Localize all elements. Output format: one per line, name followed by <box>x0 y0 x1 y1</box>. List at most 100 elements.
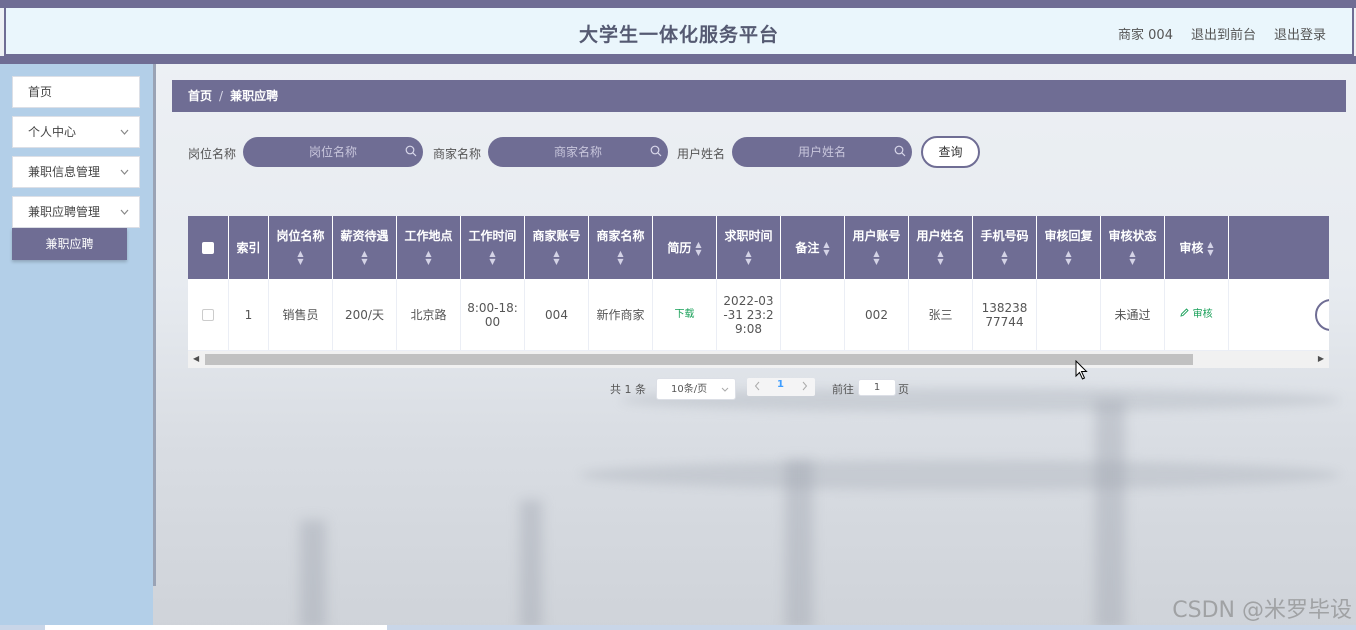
sort-icon: ▲ ▼ <box>297 249 304 266</box>
search-icon <box>405 145 417 157</box>
chevron-down-icon <box>721 379 729 410</box>
scrollbar-thumb[interactable] <box>205 354 1193 365</box>
sidebar-item-job-application-management[interactable]: 兼职应聘管理 <box>12 196 140 228</box>
applications-table: 索引 岗位名称 ▲ ▼ 薪资待遇 ▲ ▼ 工作地点 ▲ ▼ 工作时间 ▲ ▼ 商家账号 ▲ ▼ 商家… <box>188 216 1329 368</box>
sort-icon: ▲ ▼ <box>617 249 624 266</box>
back-to-front-link[interactable]: 退出到前台 <box>1191 24 1256 43</box>
cell-merchant-name: 新作商家 <box>589 279 653 351</box>
header-review[interactable]: 审核 ▲ ▼ <box>1165 216 1229 279</box>
row-checkbox[interactable] <box>202 309 214 321</box>
sidebar-item-label: 首页 <box>28 85 53 99</box>
row-select-cell <box>188 279 229 351</box>
header-index: 索引 <box>229 216 269 279</box>
sort-icon: ▲ ▼ <box>1001 249 1008 266</box>
sidebar-item-home[interactable]: 首页 <box>12 76 140 108</box>
header-review-reply[interactable]: 审核回复 ▲ ▼ <box>1037 216 1101 279</box>
page-unit-label: 页 <box>898 383 909 396</box>
scroll-left-icon[interactable]: ◀ <box>193 354 199 363</box>
cell-user-name: 张三 <box>909 279 973 351</box>
review-button[interactable]: 审核 <box>1180 308 1213 322</box>
cell-user-account: 002 <box>845 279 909 351</box>
header-apply-time[interactable]: 求职时间 ▲ ▼ <box>717 216 781 279</box>
resume-download-link[interactable]: 下载 <box>675 308 695 322</box>
cell-resume: 下载 <box>653 279 717 351</box>
header-location[interactable]: 工作地点 ▲ ▼ <box>397 216 461 279</box>
header-user-name[interactable]: 用户姓名 ▲ ▼ <box>909 216 973 279</box>
page-navigator: 1 <box>747 378 815 396</box>
sort-icon: ▲ ▼ <box>873 249 880 266</box>
watermark: CSDN @米罗毕设 <box>1172 598 1352 623</box>
page-size-select[interactable]: 10条/页 <box>656 378 736 400</box>
cell-remark <box>781 279 845 351</box>
sidebar-item-label: 兼职应聘管理 <box>28 205 101 219</box>
sort-icon: ▲ ▼ <box>425 249 432 266</box>
table-header: 索引 岗位名称 ▲ ▼ 薪资待遇 ▲ ▼ 工作地点 ▲ ▼ 工作时间 ▲ ▼ 商家账号 ▲ ▼ 商家… <box>188 216 1329 279</box>
cell-index: 1 <box>229 279 269 351</box>
cell-merchant-account: 004 <box>525 279 589 351</box>
sidebar-subitem-job-application[interactable]: 兼职应聘 <box>12 228 127 260</box>
table-row: 1 销售员 200/天 北京路 8:00-18:00 004 新作商家 下载 2… <box>188 279 1329 351</box>
page-size-value: 10条/页 <box>671 384 708 395</box>
sidebar-item-job-info-management[interactable]: 兼职信息管理 <box>12 156 140 188</box>
sort-icon: ▲ ▼ <box>695 239 702 257</box>
header-user-account[interactable]: 用户账号 ▲ ▼ <box>845 216 909 279</box>
current-page-number[interactable]: 1 <box>777 379 784 390</box>
sort-icon: ▲ ▼ <box>553 249 560 266</box>
breadcrumb-home[interactable]: 首页 <box>188 89 212 103</box>
breadcrumb: 首页 / 兼职应聘 <box>172 80 1346 112</box>
sort-icon: ▲ ▼ <box>1065 249 1072 266</box>
user-name-label: 用户姓名 <box>677 147 726 161</box>
horizontal-scrollbar[interactable]: ◀ ▶ <box>188 351 1329 368</box>
edit-icon <box>1180 308 1192 320</box>
header-work-time[interactable]: 工作时间 ▲ ▼ <box>461 216 525 279</box>
header-resume[interactable]: 简历 ▲ ▼ <box>653 216 717 279</box>
search-icon <box>894 145 906 157</box>
cell-review-reply <box>1037 279 1101 351</box>
header-links: 商家 004 退出到前台 退出登录 <box>1118 24 1326 43</box>
sort-icon: ▲ ▼ <box>489 249 496 266</box>
sort-icon: ▲ ▼ <box>937 249 944 266</box>
search-icon <box>650 145 662 157</box>
prev-page-icon[interactable] <box>754 380 761 395</box>
sidebar: 首页 个人中心 兼职信息管理 兼职应聘管理 兼职应聘 <box>0 64 153 630</box>
header-phone[interactable]: 手机号码 ▲ ▼ <box>973 216 1037 279</box>
breadcrumb-separator: / <box>219 89 224 103</box>
sort-icon: ▲ ▼ <box>1129 249 1136 266</box>
merchant-name-label: 商家名称 <box>433 147 482 161</box>
query-button[interactable]: 查询 <box>921 136 980 168</box>
header-remark[interactable]: 备注 ▲ ▼ <box>781 216 845 279</box>
goto-page-input[interactable]: 1 <box>858 379 896 396</box>
cell-salary: 200/天 <box>333 279 397 351</box>
breadcrumb-current: 兼职应聘 <box>230 89 279 103</box>
next-page-icon[interactable] <box>801 380 808 395</box>
header-merchant-name[interactable]: 商家名称 ▲ ▼ <box>589 216 653 279</box>
cell-work-time: 8:00-18:00 <box>461 279 525 351</box>
pagination-total: 共 1 条 <box>610 383 646 396</box>
sort-icon: ▲ ▼ <box>745 249 752 266</box>
header-merchant-account[interactable]: 商家账号 ▲ ▼ <box>525 216 589 279</box>
sidebar-item-personal-center[interactable]: 个人中心 <box>12 116 140 148</box>
sidebar-item-label: 兼职信息管理 <box>28 165 101 179</box>
sort-icon: ▲ ▼ <box>823 239 830 257</box>
cell-phone: 13823877744 <box>973 279 1037 351</box>
job-name-label: 岗位名称 <box>188 147 237 161</box>
user-name-input[interactable] <box>732 137 912 167</box>
sidebar-item-label: 个人中心 <box>28 125 77 139</box>
sidebar-divider <box>153 64 156 586</box>
cell-review-action: 审核 <box>1165 279 1229 351</box>
header-review-status[interactable]: 审核状态 ▲ ▼ <box>1101 216 1165 279</box>
merchant-name-input[interactable] <box>488 137 668 167</box>
row-action-button[interactable] <box>1315 299 1329 331</box>
header-actions <box>1229 216 1329 279</box>
cell-actions <box>1229 279 1329 351</box>
scroll-right-icon[interactable]: ▶ <box>1318 354 1324 363</box>
select-all-checkbox[interactable] <box>202 242 214 254</box>
cell-review-status: 未通过 <box>1101 279 1165 351</box>
bottom-strip <box>0 625 1356 630</box>
header-job-name[interactable]: 岗位名称 ▲ ▼ <box>269 216 333 279</box>
logout-link[interactable]: 退出登录 <box>1274 24 1326 43</box>
header-bottom-band <box>0 56 1356 64</box>
job-name-input[interactable] <box>243 137 423 167</box>
top-color-bar <box>0 0 1356 8</box>
header-salary[interactable]: 薪资待遇 ▲ ▼ <box>333 216 397 279</box>
